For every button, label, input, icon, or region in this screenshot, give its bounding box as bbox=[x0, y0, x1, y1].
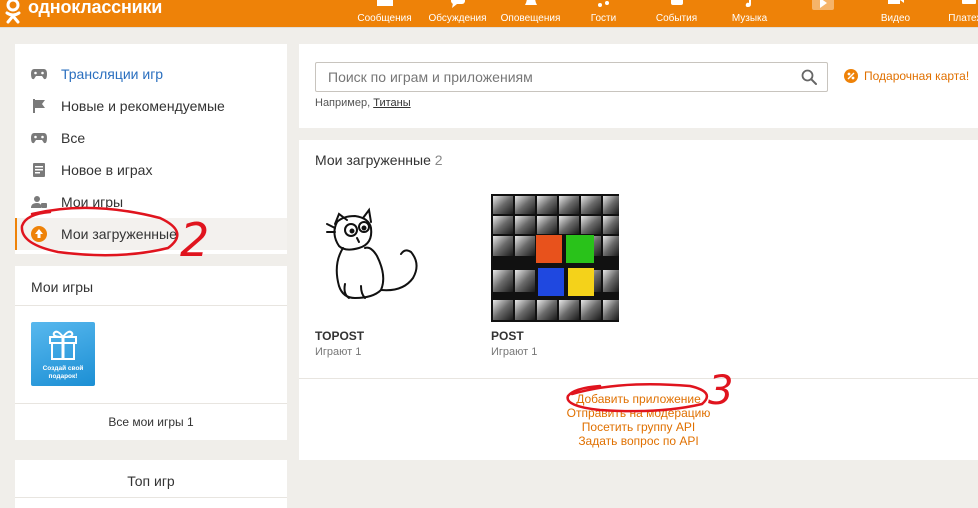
speech-bubbles-icon bbox=[450, 0, 465, 8]
game-thumbnail[interactable] bbox=[491, 194, 619, 322]
game-name[interactable]: TOPOST bbox=[315, 329, 443, 343]
uploaded-count: 2 bbox=[434, 152, 443, 168]
games-search-input[interactable] bbox=[315, 62, 828, 92]
top-bar: одноклассники Сообщения Обсуждения Опове… bbox=[0, 0, 978, 33]
cubes-image-icon bbox=[491, 194, 619, 322]
payments-icon bbox=[961, 0, 976, 4]
news-icon bbox=[31, 162, 47, 178]
game-thumbnail[interactable] bbox=[315, 194, 443, 322]
nav-label: События bbox=[655, 13, 698, 24]
cat-drawing-icon bbox=[315, 194, 443, 322]
menu-item-game-streams[interactable]: Трансляции игр bbox=[15, 58, 287, 90]
nav-messages[interactable]: Сообщения bbox=[348, 0, 421, 27]
ok-logo-icon bbox=[5, 0, 21, 24]
gamepad-icon bbox=[31, 130, 47, 146]
envelope-icon bbox=[376, 0, 393, 6]
video-play-icon bbox=[811, 0, 834, 10]
menu-item-my-games[interactable]: Мои игры bbox=[15, 186, 287, 218]
flag-icon bbox=[31, 98, 47, 114]
game-card-topost[interactable]: TOPOST Играют 1 bbox=[315, 194, 443, 358]
nav-discussions[interactable]: Обсуждения bbox=[421, 0, 494, 27]
uploaded-divider bbox=[299, 378, 978, 379]
all-my-games-link[interactable]: Все мои игры 1 bbox=[15, 403, 287, 440]
menu-item-label: Новые и рекомендуемые bbox=[61, 98, 225, 114]
uploaded-title-text: Мои загруженные bbox=[315, 152, 431, 168]
menu-item-new-recommended[interactable]: Новые и рекомендуемые bbox=[15, 90, 287, 122]
nav-guests[interactable]: Гости bbox=[567, 0, 640, 33]
developer-links: Добавить приложение Отправить на модерац… bbox=[299, 392, 978, 448]
nav-music[interactable]: Музыка bbox=[713, 0, 786, 27]
game-players: Играют 1 bbox=[315, 346, 362, 358]
my-games-title: Мои игры bbox=[15, 266, 287, 306]
hint-prefix: Например, bbox=[315, 97, 371, 109]
menu-item-game-news[interactable]: Новое в играх bbox=[15, 154, 287, 186]
game-card-post[interactable]: POST Играют 1 bbox=[491, 194, 619, 358]
star-icon bbox=[670, 0, 683, 5]
search-hint: Например, Титаны bbox=[315, 97, 411, 109]
nav-label: Сообщения bbox=[357, 13, 412, 24]
menu-item-all[interactable]: Все bbox=[15, 122, 287, 154]
top-games-card: Топ игр bbox=[15, 460, 287, 508]
nav-payments[interactable]: Платежи bbox=[932, 0, 978, 27]
my-games-card: Мои игры Создай свой подарок! Все мои иг… bbox=[15, 266, 287, 440]
my-uploaded-card: Мои загруженные 2 TOPOST Играют 1 POST И… bbox=[299, 140, 978, 460]
nav-label: Музыка bbox=[731, 13, 768, 24]
games-menu: Трансляции игр Новые и рекомендуемые Все… bbox=[15, 44, 287, 254]
logo-text: одноклассники bbox=[28, 0, 163, 17]
nav-label: Платежи bbox=[948, 13, 978, 24]
uploaded-title: Мои загруженные 2 bbox=[315, 152, 443, 168]
visit-api-group-link[interactable]: Посетить группу API bbox=[299, 420, 978, 434]
header-divider bbox=[0, 27, 978, 33]
ask-api-question-link[interactable]: Задать вопрос по API bbox=[299, 434, 978, 448]
game-players: Играют 1 bbox=[491, 346, 538, 358]
nav-video-play[interactable] bbox=[786, 0, 859, 27]
menu-item-label: Все bbox=[61, 130, 86, 146]
gift-card-icon bbox=[844, 69, 858, 83]
nav-label: Обсуждения bbox=[428, 13, 487, 24]
music-note-icon bbox=[745, 0, 751, 7]
nav-label: Видео bbox=[880, 13, 911, 24]
gift-card-label: Подарочная карта! bbox=[864, 69, 970, 83]
footprints-icon bbox=[597, 1, 609, 7]
bell-icon bbox=[524, 0, 537, 5]
send-to-moderation-link[interactable]: Отправить на модерацию bbox=[299, 406, 978, 420]
left-column: Трансляции игр Новые и рекомендуемые Все… bbox=[15, 44, 287, 508]
main-nav: Сообщения Обсуждения Оповещения Гости Со… bbox=[348, 0, 978, 33]
game-name[interactable]: POST bbox=[491, 329, 619, 343]
gift-box-icon bbox=[49, 330, 77, 360]
menu-item-label: Мои игры bbox=[61, 194, 124, 210]
create-gift-tile[interactable]: Создай свой подарок! bbox=[31, 322, 95, 386]
menu-item-my-uploaded[interactable]: Мои загруженные bbox=[15, 218, 287, 250]
search-icon[interactable] bbox=[801, 69, 817, 85]
nav-notifications[interactable]: Оповещения bbox=[494, 0, 567, 27]
nav-events[interactable]: События bbox=[640, 0, 713, 27]
upload-icon bbox=[31, 226, 47, 242]
menu-item-label: Новое в играх bbox=[61, 162, 153, 178]
user-games-icon bbox=[31, 194, 47, 210]
site-logo[interactable]: одноклассники bbox=[4, 0, 162, 24]
hint-example-link[interactable]: Титаны bbox=[373, 97, 410, 109]
menu-item-label: Трансляции игр bbox=[61, 66, 164, 82]
gift-tile-text: Создай свой подарок! bbox=[42, 365, 84, 380]
search-card: Например, Титаны Подарочная карта! bbox=[299, 44, 978, 128]
add-app-link[interactable]: Добавить приложение bbox=[299, 392, 978, 406]
top-games-title: Топ игр bbox=[15, 460, 287, 498]
gift-card-link[interactable]: Подарочная карта! bbox=[844, 69, 969, 83]
gamepad-icon bbox=[31, 66, 47, 82]
nav-label: Оповещения bbox=[500, 13, 561, 24]
nav-label: Гости bbox=[590, 13, 617, 24]
video-camera-icon bbox=[887, 0, 904, 4]
menu-item-label: Мои загруженные bbox=[61, 226, 177, 242]
nav-video[interactable]: Видео bbox=[859, 0, 932, 27]
